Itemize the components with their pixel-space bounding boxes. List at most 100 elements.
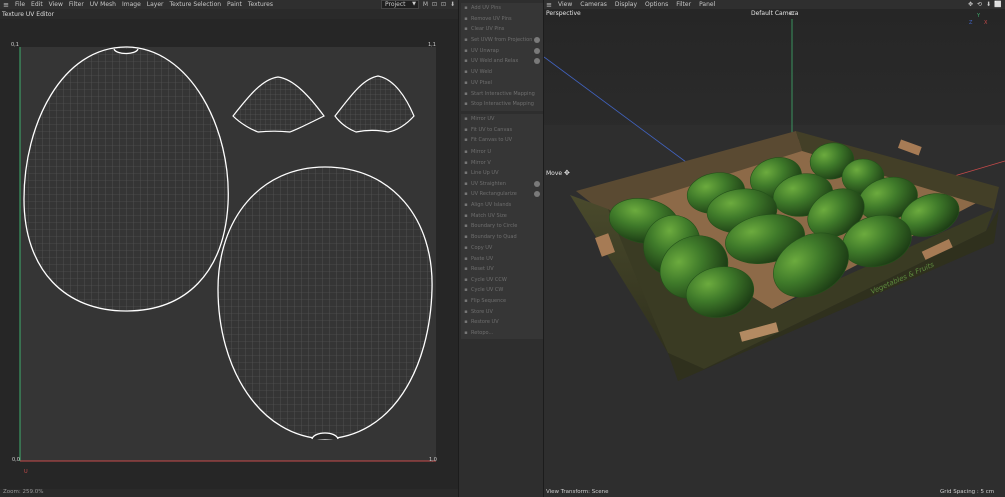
viewport-3d-scene[interactable]: Vegetables & Fruits (544, 9, 1005, 497)
menu-panel[interactable]: Panel (695, 1, 719, 8)
tool-item-label: Stop Interactive Mapping (471, 101, 534, 108)
menu-display[interactable]: Display (611, 1, 641, 8)
rotate-icon[interactable]: ⟲ (976, 1, 983, 8)
tool-item[interactable]: ▪ UV Straighten (461, 179, 543, 189)
retopo-icon: ▪ (464, 329, 468, 336)
tool-item[interactable]: ▪ Set UVW from Projection (461, 35, 543, 45)
tool-item-label: Start Interactive Mapping (471, 90, 535, 97)
lock-icon[interactable]: ⊡ (431, 1, 438, 8)
gear-icon[interactable] (534, 180, 540, 187)
menu-layer[interactable]: Layer (144, 1, 167, 8)
tool-group: ▪ Mirror UV ▪ Fit UV to Canvas ▪ Fit Canvas t… (461, 114, 543, 147)
magnet-icon[interactable]: M (422, 1, 429, 8)
menu-texture-selection[interactable]: Texture Selection (167, 1, 225, 8)
gizmo-y-label: Y (977, 13, 981, 19)
uv-editor-panel: ≡ File Edit View Filter UV Mesh Image La… (0, 0, 458, 497)
hamburger-menu-icon[interactable]: ≡ (0, 1, 12, 9)
menu-cameras[interactable]: Cameras (576, 1, 611, 8)
tool-item-label: Add UV Pins (471, 5, 502, 11)
pixel-icon: ▪ (464, 80, 468, 86)
tool-item[interactable]: ▪ Cycle UV CCW (461, 275, 543, 285)
tool-item[interactable]: ▪ UV Weld and Relax (461, 56, 543, 66)
menu-file[interactable]: File (12, 1, 28, 8)
tool-item-label: Reset UV (471, 266, 494, 273)
tool-item[interactable]: ▪ Mirror V (461, 158, 543, 168)
tool-item[interactable]: ▪ Boundary to Quad (461, 232, 543, 242)
tool-group: ▪ Copy UV ▪ Paste UV ▪ Reset UV ▪ Cycle UV CCW ▪… (461, 243, 543, 340)
grid-spacing-status: Grid Spacing : 5 cm (940, 489, 995, 495)
tool-item-label: UV Weld and Relax (471, 58, 519, 65)
tool-item[interactable]: ▪ UV Rectangularize (461, 189, 543, 199)
tool-item[interactable]: ▪ Fit UV to Canvas (461, 125, 543, 135)
straighten-icon: ▪ (464, 180, 468, 187)
tool-item[interactable]: ▪ UV Unwrap (461, 46, 543, 56)
tool-item[interactable]: ▪ Store UV (461, 307, 543, 317)
tool-item[interactable]: ▪ Reset UV (461, 264, 543, 274)
fit-icon: ▪ (464, 137, 468, 144)
menu-textures[interactable]: Textures (245, 1, 276, 8)
flip-icon: ▪ (464, 298, 468, 304)
menu-image[interactable]: Image (119, 1, 144, 8)
tool-item[interactable]: ▪ Boundary to Circle (461, 221, 543, 231)
menu-view[interactable]: View (554, 1, 576, 8)
gear-icon[interactable] (534, 47, 540, 54)
camera-icon[interactable]: ⊏ (790, 10, 795, 17)
tool-item-label: Cycle UV CW (471, 287, 504, 294)
tool-group: ▪ Mirror U ▪ Mirror V ▪ Line Up UV ▪ UV Straigh… (461, 147, 543, 244)
maximize-icon[interactable]: ⬜ (994, 1, 1001, 8)
tool-item[interactable]: ▪ UV Weld (461, 67, 543, 77)
view-transform-status: View Transform: Scene (546, 489, 609, 495)
tool-item[interactable]: ▪ Clear UV Pins (461, 24, 543, 34)
tool-item[interactable]: ▪ Copy UV (461, 243, 543, 253)
lock-icon[interactable]: ⊡ (440, 1, 447, 8)
tool-item-label: Clear UV Pins (471, 26, 505, 33)
tool-item[interactable]: ▪ Line Up UV (461, 168, 543, 178)
hamburger-menu-icon[interactable]: ≡ (544, 1, 554, 9)
tool-item[interactable]: ▪ Add UV Pins (461, 3, 543, 13)
tool-item[interactable]: ▪ Mirror U (461, 147, 543, 157)
menu-view[interactable]: View (46, 1, 66, 8)
move-down-icon[interactable]: ⬇ (449, 1, 456, 8)
zoom-icon[interactable]: ⬇ (985, 1, 992, 8)
menu-options[interactable]: Options (641, 1, 672, 8)
uv-canvas-svg[interactable] (0, 19, 458, 489)
project-dropdown[interactable]: Project ▼ (381, 0, 419, 9)
store-icon: ▪ (464, 308, 468, 315)
tool-item-label: Paste UV (471, 255, 494, 262)
tool-item[interactable]: ▪ Mirror UV (461, 114, 543, 124)
tool-item[interactable]: ▪ Flip Sequence (461, 296, 543, 306)
tool-item-label: UV Straighten (471, 180, 506, 187)
tool-item[interactable]: ▪ UV Ptxel (461, 78, 543, 88)
gear-icon[interactable] (534, 37, 540, 43)
gear-icon[interactable] (534, 191, 540, 198)
menu-filter[interactable]: Filter (672, 1, 695, 8)
uv-canvas[interactable]: 0,1 1,1 0,0 1,0 U (0, 19, 458, 489)
tool-item[interactable]: ▪ Cycle UV CW (461, 285, 543, 295)
menu-uv-mesh[interactable]: UV Mesh (87, 1, 119, 8)
tool-item[interactable]: ▪ Remove UV Pins (461, 14, 543, 24)
corner-label-top-right: 1,1 (428, 42, 436, 48)
tool-item[interactable]: ▪ Retopo... (461, 328, 543, 338)
tool-item[interactable]: ▪ Paste UV (461, 254, 543, 264)
tool-item-label: Restore UV (471, 319, 499, 326)
tool-item[interactable]: ▪ Fit Canvas to UV (461, 135, 543, 145)
tool-item[interactable]: ▪ Start Interactive Mapping (461, 89, 543, 99)
gear-icon[interactable] (534, 58, 540, 65)
mirror-icon: ▪ (464, 116, 468, 122)
menu-paint[interactable]: Paint (224, 1, 245, 8)
menu-edit[interactable]: Edit (28, 1, 46, 8)
move-icon[interactable]: ✥ (967, 1, 974, 8)
tool-item[interactable]: ▪ Restore UV (461, 317, 543, 327)
mirror-v-icon: ▪ (464, 159, 468, 166)
uv-editor-title: Texture UV Editor (0, 9, 458, 19)
tool-item[interactable]: ▪ Align UV Islands (461, 200, 543, 210)
mapping-icon: ▪ (464, 90, 468, 97)
tool-item[interactable]: ▪ Match UV Size (461, 211, 543, 221)
tool-item[interactable]: ▪ Stop Interactive Mapping (461, 99, 543, 109)
viewport-panel[interactable]: ≡ View Cameras Display Options Filter Pa… (544, 0, 1005, 497)
tool-item-label: Match UV Size (471, 212, 507, 219)
weld-icon: ▪ (464, 68, 468, 75)
match-icon: ▪ (464, 212, 468, 219)
menu-filter[interactable]: Filter (66, 1, 87, 8)
pin-remove-icon: ▪ (464, 15, 468, 22)
